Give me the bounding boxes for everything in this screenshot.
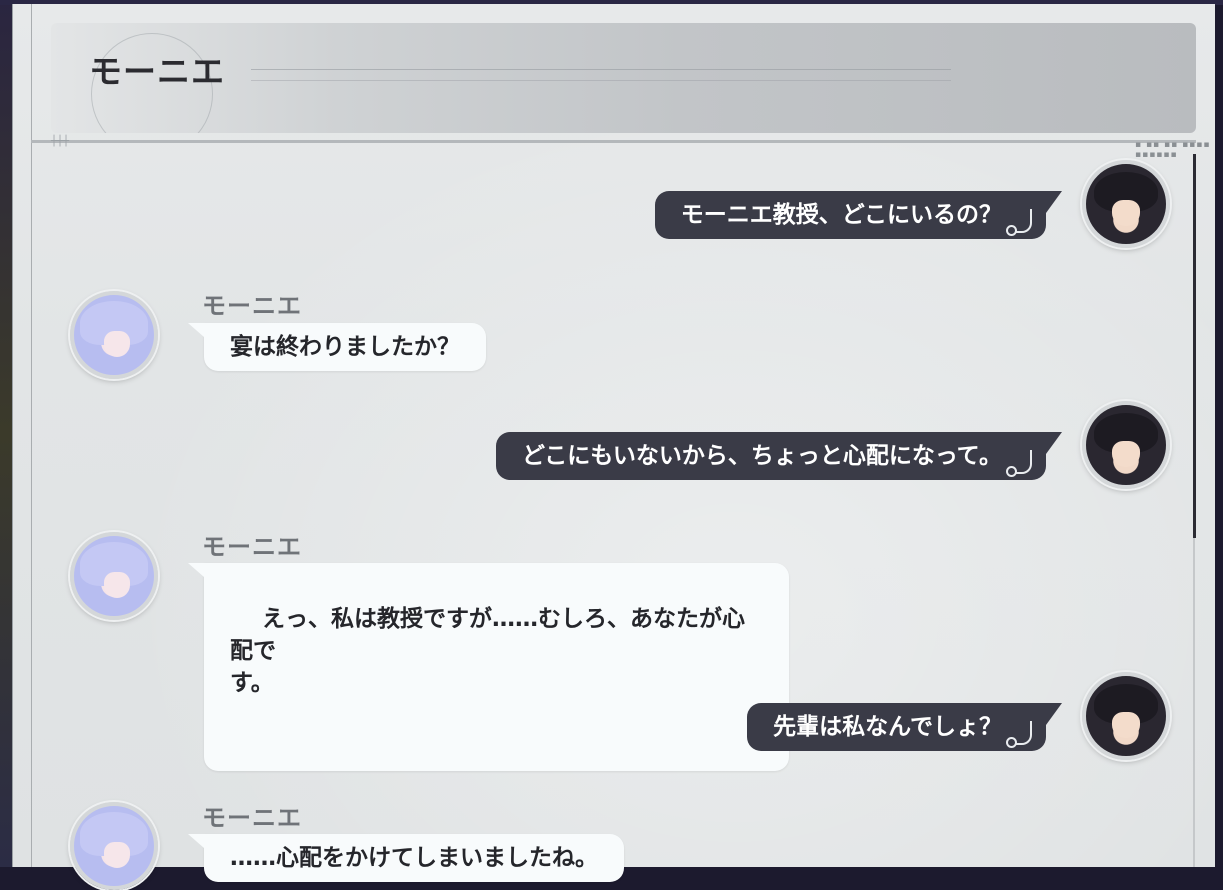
- npc-message-bubble: 宴は終わりましたか？: [188, 323, 486, 371]
- speaker-name: モーニエ: [202, 533, 302, 561]
- header-lines-deco: [251, 69, 951, 81]
- message-text: どこにもいないから、ちょっと心配になって。: [521, 443, 1002, 469]
- monie-avatar-icon: [70, 802, 158, 890]
- chat-panel: モーニエ ┼┼┼ ▪ ▪▪ ▪▪ ▪▪▪▪ ▪▪▪▪▪▪ モーニエ教授、どこにい…: [12, 4, 1215, 890]
- divider-ticks-deco: ┼┼┼: [51, 136, 70, 147]
- hook-deco-icon: [1006, 721, 1032, 748]
- hook-deco-icon: [1006, 209, 1032, 236]
- player-message-bubble: どこにもいないから、ちょっと心配になって。: [495, 432, 1062, 480]
- panel-inner-line: [31, 4, 32, 867]
- player-avatar-icon: [1082, 401, 1170, 489]
- speaker-name: モーニエ: [202, 804, 302, 832]
- message-text: 宴は終わりましたか？: [230, 334, 460, 360]
- hook-deco-icon: [1006, 450, 1032, 477]
- player-avatar-icon: [1082, 160, 1170, 248]
- bubble-tail: [1046, 432, 1062, 454]
- bubble-tail: [188, 834, 204, 848]
- chat-scrollbar-thumb[interactable]: [1193, 154, 1196, 538]
- message-text: えっ、私は教授ですが……むしろ、あなたが心配で す。: [230, 606, 746, 696]
- speaker-name: モーニエ: [202, 292, 302, 320]
- message-text: ……心配をかけてしまいましたね。: [230, 845, 598, 871]
- monie-avatar-icon: [70, 532, 158, 620]
- player-avatar-icon: [1082, 672, 1170, 760]
- message-text: モーニエ教授、どこにいるの？: [680, 202, 1002, 228]
- npc-message-bubble: えっ、私は教授ですが……むしろ、あなたが心配で す。: [188, 563, 789, 771]
- message-text: 先輩は私なんでしょ？: [773, 714, 1002, 740]
- player-message-bubble: 先輩は私なんでしょ？: [747, 703, 1062, 751]
- monie-avatar-icon: [70, 291, 158, 379]
- chat-header: モーニエ: [51, 23, 1196, 133]
- npc-message-bubble: ……心配をかけてしまいましたね。: [188, 834, 624, 882]
- divider-dots-deco: ▪ ▪▪ ▪▪ ▪▪▪▪ ▪▪▪▪▪▪: [1135, 140, 1211, 160]
- header-divider: [31, 140, 1196, 143]
- bubble-tail: [1046, 191, 1062, 213]
- bubble-tail: [188, 323, 204, 337]
- bubble-tail: [188, 563, 204, 577]
- player-message-bubble: モーニエ教授、どこにいるの？: [654, 191, 1062, 239]
- chat-title: モーニエ: [89, 52, 225, 91]
- bubble-tail: [1046, 703, 1062, 725]
- chat-scrollbar-track[interactable]: [1193, 538, 1195, 867]
